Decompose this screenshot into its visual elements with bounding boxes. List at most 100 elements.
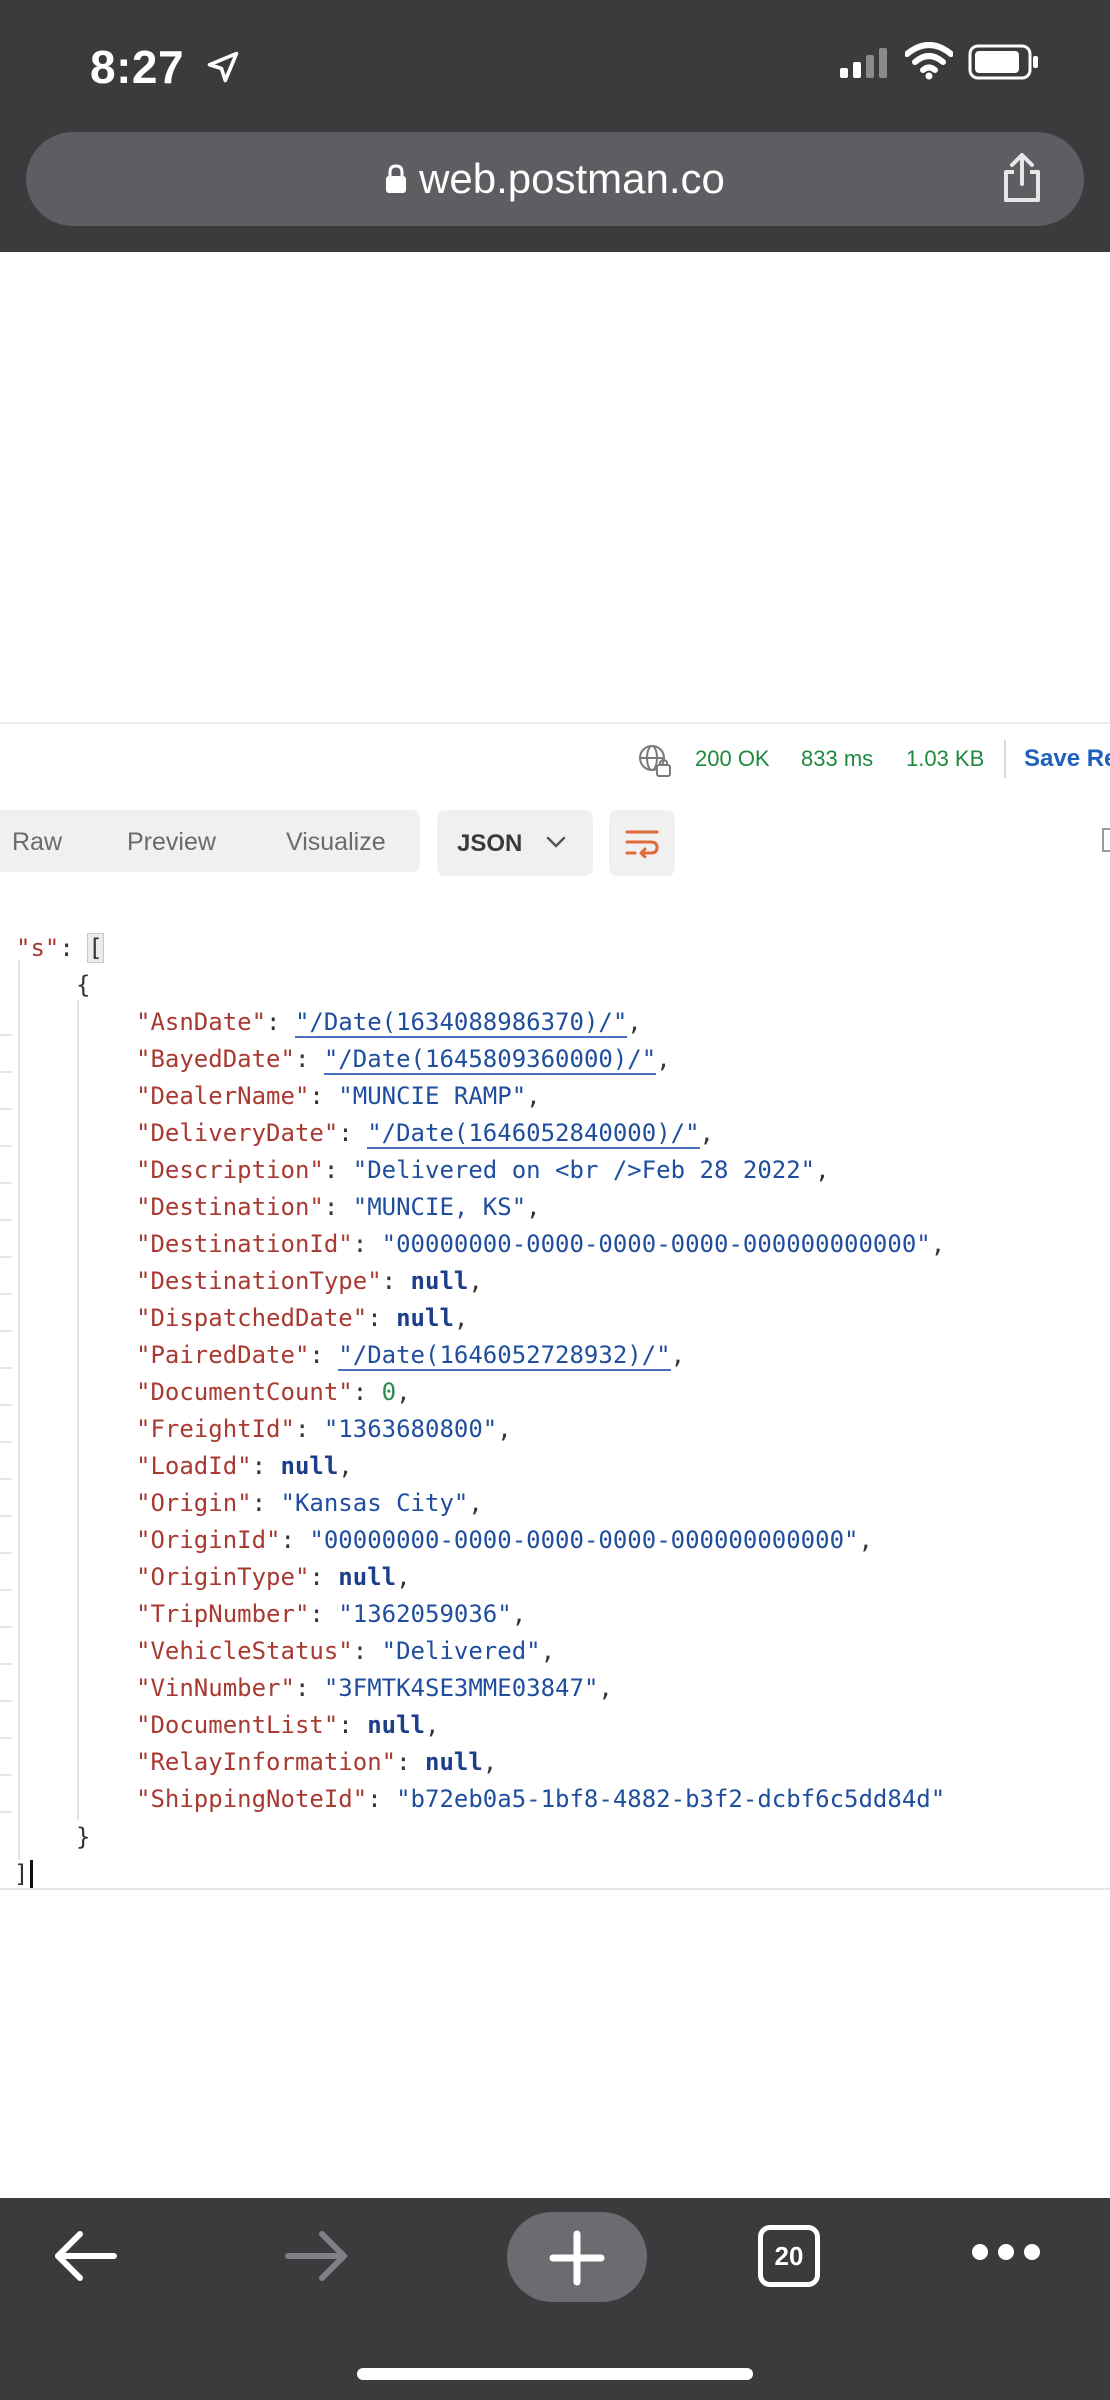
gutter-tick (0, 1219, 12, 1221)
json-value: "b72eb0a5-1bf8-4882-b3f2-dcbf6c5dd84d" (396, 1785, 946, 1813)
cellular-signal-icon (840, 48, 887, 78)
forward-arrow-icon[interactable] (282, 2226, 352, 2286)
json-link-value[interactable]: "/Date(1645809360000)/" (323, 1045, 657, 1075)
json-bracket: ] (14, 1860, 29, 1888)
json-key: "DispatchedDate" (136, 1304, 368, 1332)
gutter-tick (0, 1256, 12, 1258)
share-icon[interactable] (1000, 152, 1044, 204)
response-status[interactable]: 200 OK (695, 746, 770, 772)
battery-icon (968, 44, 1038, 80)
json-line: "s": [ (16, 930, 104, 967)
browser-chrome: 8:27 web.postman.co (0, 0, 1110, 252)
json-punct: : (367, 1304, 397, 1332)
address-bar[interactable]: web.postman.co (26, 132, 1084, 226)
json-link-value[interactable]: "/Date(1646052728932)/" (338, 1341, 671, 1371)
json-comma: , (425, 1711, 440, 1739)
json-punct: : (251, 1452, 281, 1480)
json-comma: , (858, 1526, 873, 1554)
json-value: "Delivered on <br />Feb 28 2022" (352, 1156, 816, 1184)
json-value: "Delivered" (381, 1637, 541, 1665)
json-punct: : (352, 1230, 382, 1258)
format-label: JSON (457, 830, 523, 857)
wrap-lines-button[interactable] (609, 810, 675, 876)
home-indicator (357, 2368, 753, 2380)
json-value: null (425, 1748, 483, 1776)
json-key: "FreightId" (136, 1415, 295, 1443)
json-key: "LoadId" (136, 1452, 252, 1480)
json-row: "Description": "Delivered on <br />Feb 2… (136, 1152, 830, 1189)
wifi-icon (905, 42, 953, 80)
json-key: "DestinationType" (136, 1267, 382, 1295)
json-comma: , (453, 1304, 469, 1332)
json-value: "MUNCIE, KS" (352, 1193, 527, 1221)
json-key: "Description" (136, 1156, 324, 1184)
json-row: "DocumentList": null, (136, 1707, 439, 1744)
divider (0, 722, 1110, 724)
json-row: "DealerName": "MUNCIE RAMP", (136, 1078, 541, 1115)
gutter-tick (0, 1478, 12, 1480)
gutter-tick (0, 1145, 12, 1147)
tab-raw[interactable]: Raw (12, 828, 62, 857)
tab-visualize[interactable]: Visualize (286, 828, 386, 857)
json-row: "Destination": "MUNCIE, KS", (136, 1189, 541, 1226)
json-comma: , (497, 1415, 512, 1443)
json-row: "BayedDate": "/Date(1645809360000)/", (136, 1041, 671, 1078)
json-brace: } (76, 1823, 91, 1851)
gutter-tick (0, 1774, 12, 1776)
json-key: "VinNumber" (136, 1674, 295, 1702)
time-text: 8:27 (90, 40, 185, 93)
json-punct: : (280, 1526, 310, 1554)
gutter-tick (0, 1663, 12, 1665)
json-comma: , (656, 1045, 671, 1073)
json-value: null (410, 1267, 469, 1295)
json-key: "DocumentList" (136, 1711, 339, 1739)
json-punct: : (367, 1785, 397, 1813)
gutter-tick (0, 1811, 12, 1813)
json-key: "AsnDate" (136, 1008, 267, 1036)
json-comma: , (627, 1008, 642, 1036)
json-comma: , (526, 1193, 541, 1221)
json-value: 0 (381, 1378, 397, 1406)
more-dots-icon[interactable] (970, 2240, 1042, 2264)
gutter-tick (0, 1182, 12, 1184)
json-row: "PairedDate": "/Date(1646052728932)/", (136, 1337, 685, 1374)
json-key: "OriginId" (136, 1526, 281, 1554)
json-link-value[interactable]: "/Date(1634088986370)/" (294, 1008, 628, 1038)
url-text: web.postman.co (419, 155, 725, 202)
json-comma: , (699, 1119, 714, 1147)
copy-icon[interactable] (1102, 828, 1110, 852)
format-dropdown[interactable]: JSON (437, 810, 593, 876)
gutter-tick (0, 1404, 12, 1406)
location-arrow-icon (208, 51, 239, 83)
gutter-tick (0, 1441, 12, 1443)
json-row: "ShippingNoteId": "b72eb0a5-1bf8-4882-b3… (136, 1781, 945, 1818)
indent-guide (18, 960, 20, 1860)
back-arrow-icon[interactable] (50, 2226, 120, 2286)
json-value: null (338, 1563, 397, 1591)
gutter-tick (0, 1293, 12, 1295)
json-comma: , (815, 1156, 830, 1184)
json-punct: : (251, 1489, 281, 1517)
json-comma: , (598, 1674, 613, 1702)
response-time[interactable]: 833 ms (801, 746, 873, 772)
json-row: "DestinationId": "00000000-0000-0000-000… (136, 1226, 945, 1263)
json-row: "TripNumber": "1362059036", (136, 1596, 526, 1633)
json-comma: , (396, 1378, 411, 1406)
gutter-tick (0, 1071, 12, 1073)
save-response-button[interactable]: Save Re (1024, 745, 1110, 773)
globe-lock-icon[interactable] (637, 743, 673, 779)
json-key: "ShippingNoteId" (136, 1785, 368, 1813)
json-comma: , (526, 1082, 541, 1110)
response-size[interactable]: 1.03 KB (906, 746, 984, 772)
new-tab-button[interactable] (507, 2212, 647, 2302)
json-value: null (396, 1304, 454, 1332)
tab-count-button[interactable]: 20 (758, 2225, 820, 2287)
gutter-tick (0, 1700, 12, 1702)
gutter-tick (0, 1626, 12, 1628)
divider (1004, 740, 1006, 778)
browser-toolbar: 20 (0, 2198, 1110, 2400)
response-meta-bar: 200 OK 833 ms 1.03 KB Save Re (0, 740, 1110, 780)
json-comma: , (482, 1748, 498, 1776)
json-link-value[interactable]: "/Date(1646052840000)/" (367, 1119, 700, 1149)
tab-preview[interactable]: Preview (127, 828, 216, 857)
